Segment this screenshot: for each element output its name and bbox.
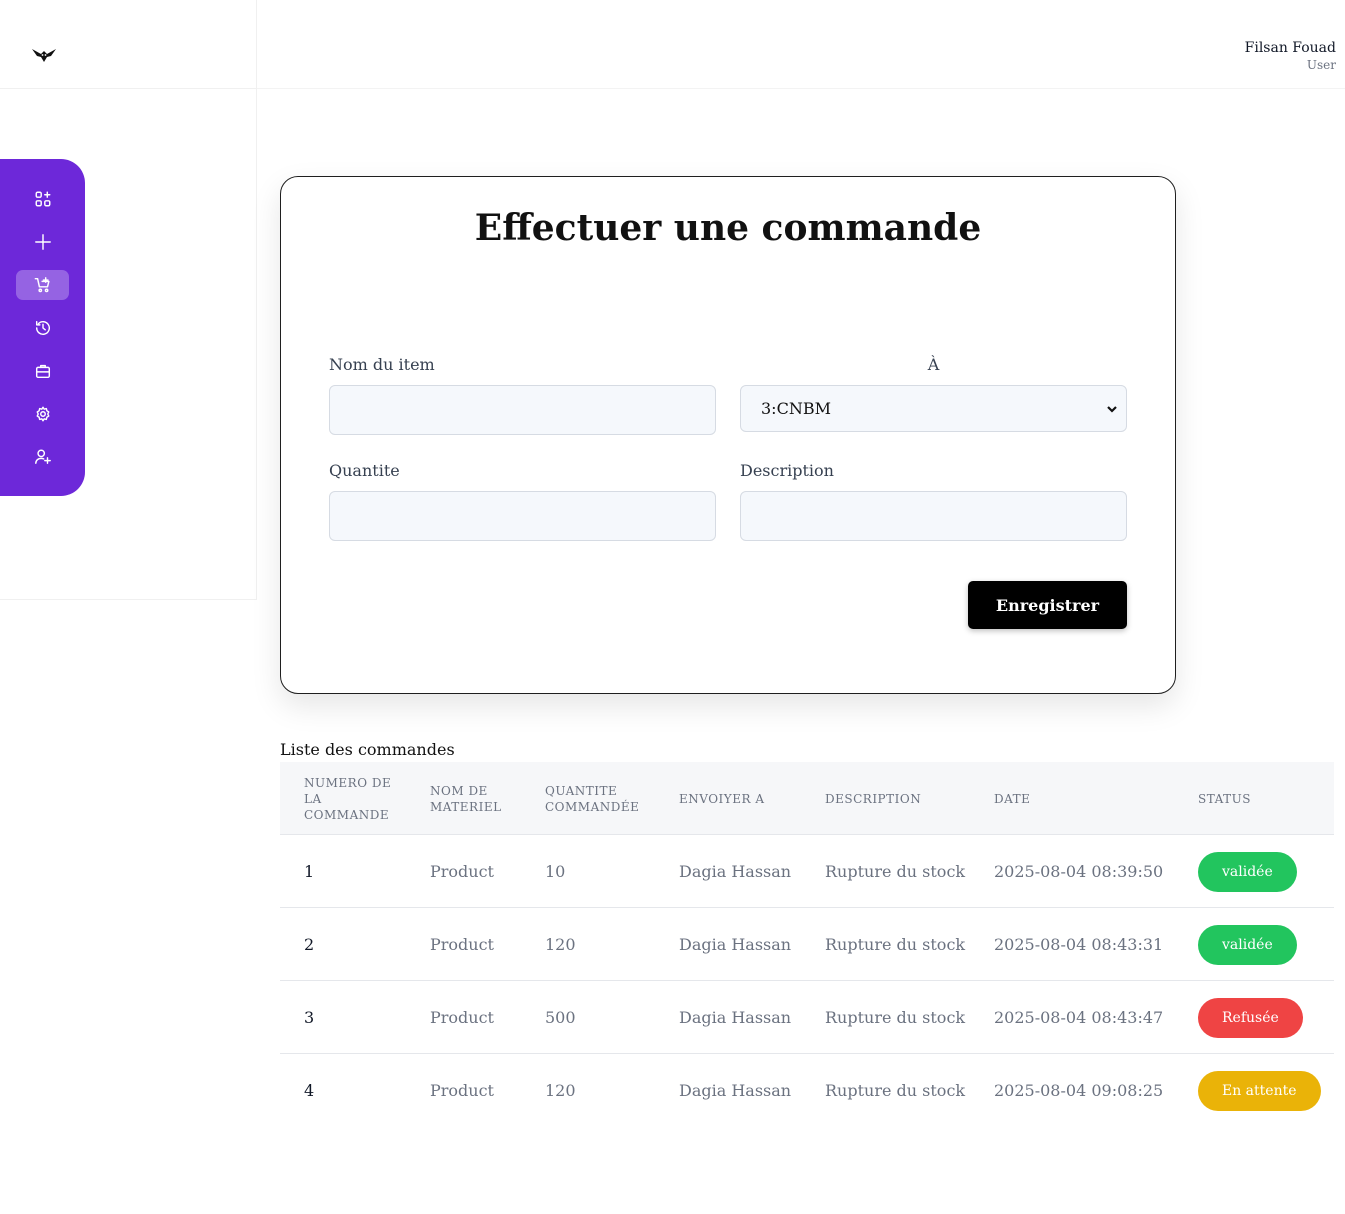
cell-material: Product <box>430 1008 494 1027</box>
description-label: Description <box>740 461 834 480</box>
cell-sent-to: Dagia Hassan <box>679 1008 792 1027</box>
quantity-label: Quantite <box>329 461 400 480</box>
user-name: Filsan Fouad <box>1244 40 1336 56</box>
table-row[interactable]: 2 Product 120 Dagia Hassan Rupture du st… <box>280 908 1334 981</box>
quantity-input[interactable] <box>329 491 716 541</box>
cell-sent-to: Dagia Hassan <box>679 1081 792 1100</box>
cell-description: Rupture du stock <box>825 1008 966 1027</box>
item-name-label: Nom du item <box>329 355 435 374</box>
sidebar-item-dashboard[interactable] <box>16 184 69 214</box>
topbar: Filsan Fouad User <box>257 0 1345 89</box>
column-header-quantity: QUANTITE COMMANDÉE <box>545 783 640 814</box>
recipient-select[interactable]: 3:CNBM <box>740 385 1127 432</box>
page-title: Effectuer une commande <box>474 207 982 249</box>
cell-number: 3 <box>304 1008 315 1027</box>
sidebar-rail <box>0 159 85 496</box>
sidebar-item-inventory[interactable] <box>16 356 69 386</box>
cart-icon <box>34 277 50 293</box>
orders-list-title: Liste des commandes <box>280 740 455 759</box>
sidebar-item-settings[interactable] <box>16 399 69 429</box>
user-role: User <box>1306 58 1336 72</box>
recipient-select-value: 3:CNBM <box>761 399 831 418</box>
table-header: NUMERO DE LA COMMANDE NOM DE MATERIEL QU… <box>280 762 1334 835</box>
cell-number: 2 <box>304 935 315 954</box>
column-header-number: NUMERO DE LA COMMANDE <box>304 775 392 822</box>
cell-number: 4 <box>304 1081 315 1100</box>
dashboard-add-icon <box>35 191 50 207</box>
status-badge: En attente <box>1198 1071 1321 1111</box>
cell-description: Rupture du stock <box>825 862 966 881</box>
column-header-date: DATE <box>994 791 1031 806</box>
chevron-down-icon <box>1107 405 1117 413</box>
order-form-card: Effectuer une commande Nom du item À 3:C… <box>280 176 1176 694</box>
plus-icon <box>34 234 51 250</box>
cell-date: 2025-08-04 09:08:25 <box>994 1081 1164 1100</box>
sidebar-item-add[interactable] <box>16 227 69 257</box>
logo-area <box>0 0 257 89</box>
cell-sent-to: Dagia Hassan <box>679 862 792 881</box>
sidebar-item-order[interactable] <box>16 270 69 300</box>
history-icon <box>35 320 50 336</box>
table-row[interactable]: 3 Product 500 Dagia Hassan Rupture du st… <box>280 981 1334 1054</box>
column-header-material: NOM DE MATERIEL <box>430 783 502 814</box>
cell-description: Rupture du stock <box>825 1081 966 1100</box>
cell-quantity: 10 <box>545 862 566 881</box>
status-badge: validée <box>1198 925 1297 965</box>
column-header-sent-to: ENVOIYER A <box>679 791 765 806</box>
briefcase-icon <box>35 364 50 379</box>
column-header-status: STATUS <box>1198 791 1251 806</box>
logo-icon[interactable] <box>31 45 57 65</box>
cell-date: 2025-08-04 08:39:50 <box>994 862 1164 881</box>
item-name-input[interactable] <box>329 385 716 435</box>
cell-description: Rupture du stock <box>825 935 966 954</box>
cell-date: 2025-08-04 08:43:47 <box>994 1008 1164 1027</box>
sidebar-item-history[interactable] <box>16 313 69 343</box>
user-add-icon <box>34 449 51 465</box>
settings-icon <box>36 406 49 422</box>
save-button[interactable]: Enregistrer <box>968 581 1127 629</box>
cell-quantity: 120 <box>545 935 576 954</box>
cell-material: Product <box>430 935 494 954</box>
status-badge: Refusée <box>1198 998 1303 1038</box>
cell-date: 2025-08-04 08:43:31 <box>994 935 1164 954</box>
cell-material: Product <box>430 862 494 881</box>
table-row[interactable]: 4 Product 120 Dagia Hassan Rupture du st… <box>280 1054 1334 1127</box>
cell-material: Product <box>430 1081 494 1100</box>
table-row[interactable]: 1 Product 10 Dagia Hassan Rupture du sto… <box>280 835 1334 908</box>
user-block[interactable]: Filsan Fouad User <box>1245 40 1336 74</box>
cell-number: 1 <box>304 862 315 881</box>
to-label: À <box>927 355 940 374</box>
description-input[interactable] <box>740 491 1127 541</box>
status-badge: validée <box>1198 852 1297 892</box>
sidebar-item-users[interactable] <box>16 442 69 472</box>
cell-quantity: 120 <box>545 1081 576 1100</box>
column-header-description: DESCRIPTION <box>825 791 922 806</box>
cell-sent-to: Dagia Hassan <box>679 935 792 954</box>
cell-quantity: 500 <box>545 1008 576 1027</box>
